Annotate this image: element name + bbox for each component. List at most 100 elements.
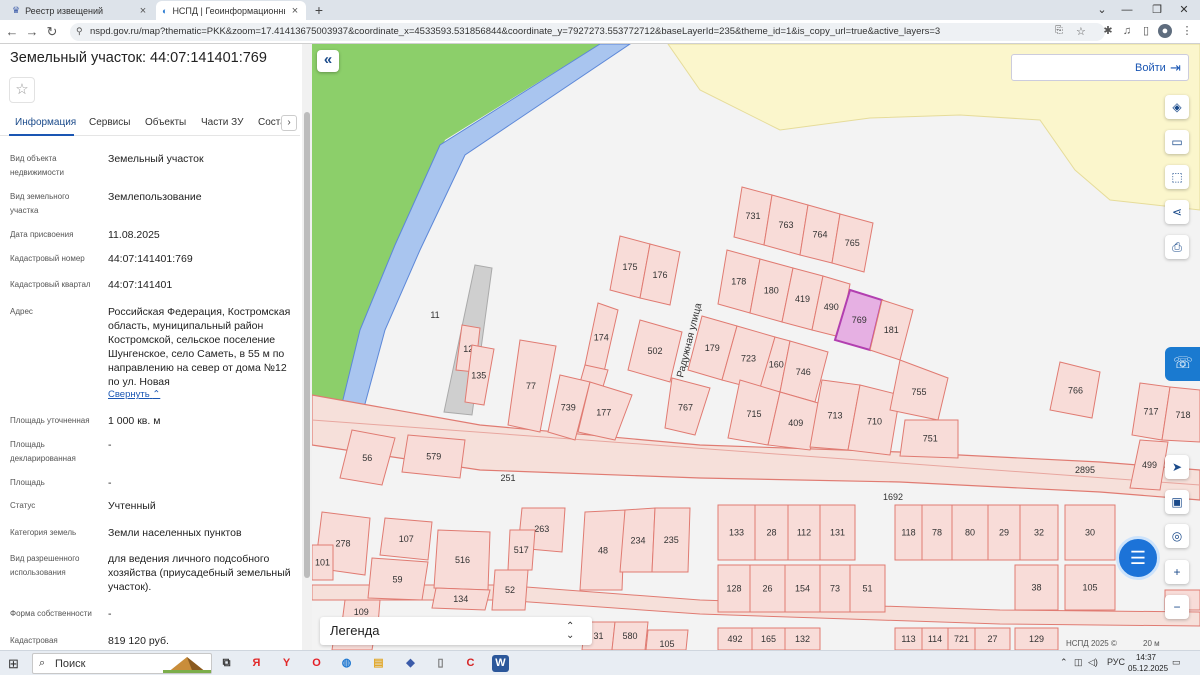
extensions-icon[interactable]: ✱ — [1101, 24, 1115, 38]
parcel-number-label: 26 — [762, 584, 772, 594]
field-label: Площадь декларированная — [10, 440, 76, 463]
forward-button[interactable]: → — [24, 24, 40, 40]
speaker-icon[interactable]: ◁) — [1088, 657, 1098, 668]
map-canvas[interactable]: 731 763 764 765 175 176 178 180 419 490 769 181 174 5… — [312, 44, 1200, 650]
parcel-number-label: 29 — [999, 528, 1009, 538]
active-tab-indicator — [9, 134, 74, 136]
notifications-icon[interactable]: ▭ — [1172, 657, 1181, 668]
back-button[interactable]: ← — [4, 24, 20, 40]
layers-icon[interactable]: ◈ — [1165, 95, 1189, 119]
tray-icon[interactable]: ◫ — [1074, 657, 1083, 668]
legend-label: Легенда — [330, 623, 380, 638]
close-window-button[interactable]: ✕ — [1172, 2, 1196, 18]
assistant-bubble-icon[interactable]: ☏ — [1165, 347, 1200, 381]
login-button[interactable]: Войти ⇥ — [1011, 54, 1189, 81]
tray-chevron-icon[interactable]: ⌃ — [1060, 657, 1068, 668]
taskbar-search[interactable]: ⌕ Поиск — [32, 653, 212, 674]
bookmark-star-icon[interactable]: ☆ — [1076, 25, 1086, 38]
language-indicator[interactable]: РУС — [1107, 657, 1125, 667]
locate-arrow-icon[interactable]: ➤ — [1165, 455, 1189, 479]
legend-dropdown[interactable]: Легенда ⌃ ⌄ — [320, 617, 592, 645]
browser-tab-nspd[interactable]: ◐ НСПД | Геоинформационный п × — [156, 1, 306, 20]
site-info-icon[interactable]: ⚲ — [76, 26, 83, 37]
maximize-button[interactable]: ❐ — [1145, 2, 1169, 18]
field-label: Площадь — [10, 478, 45, 487]
share-icon[interactable]: ⋖ — [1165, 200, 1189, 224]
tab-search-button[interactable]: ⌄ — [1090, 2, 1114, 18]
collapse-link[interactable]: Свернуть ⌃ — [108, 389, 160, 400]
parcel-number-label: 2895 — [1075, 465, 1095, 475]
chat-icon[interactable]: ☰ — [1116, 536, 1160, 580]
parcel-number-label: 234 — [630, 536, 645, 546]
panel-title: Земельный участок: 44:07:141401:769 — [10, 50, 267, 66]
parcel-number-label: 179 — [705, 343, 720, 353]
pyramid-illustration-icon — [163, 657, 211, 673]
parcel-number-label: 278 — [335, 538, 350, 548]
ruler-icon[interactable]: ▭ — [1165, 130, 1189, 154]
expand-chevrons-icon: ⌃ ⌄ — [566, 621, 575, 641]
zoom-in-button[interactable]: + — [1165, 560, 1189, 584]
field-value: для ведения личного подсобного хозяйства… — [108, 553, 291, 593]
new-tab-button[interactable]: + — [312, 2, 326, 18]
minimize-button[interactable]: — — [1115, 2, 1139, 18]
parcel-number-label: 78 — [932, 528, 942, 538]
field-value: - — [108, 439, 112, 451]
parcel-number-label: 713 — [827, 411, 842, 421]
tab-parts[interactable]: Части ЗУ — [201, 117, 243, 128]
parcel-number-label: 107 — [399, 534, 414, 544]
app-c-icon[interactable]: C — [462, 655, 479, 672]
browser-tab-registry[interactable]: ♛ Реестр извещений × — [6, 1, 154, 20]
zoom-out-button[interactable]: − — [1165, 595, 1189, 619]
task-view-icon[interactable]: ⧉ — [218, 655, 235, 672]
panel-tabs: Информация Сервисы Объекты Части ЗУ Сост… — [0, 110, 300, 136]
close-tab-icon[interactable]: × — [290, 5, 300, 17]
parcel-number-label: 764 — [812, 229, 827, 239]
address-bar[interactable]: ⚲ nspd.gov.ru/map?thematic=PKK&zoom=17.4… — [70, 23, 1105, 41]
edge-icon[interactable]: ◍ — [338, 655, 355, 672]
app-icon[interactable]: ◆ — [402, 655, 419, 672]
profile-avatar-icon[interactable]: ● — [1158, 24, 1172, 38]
tabs-next-arrow-icon[interactable]: › — [281, 115, 297, 131]
close-tab-icon[interactable]: × — [138, 5, 148, 17]
windows-start-icon[interactable]: ⊞ — [8, 656, 19, 672]
field-value: 44:07:141401 — [108, 279, 173, 291]
field-value: Российская Федерация, Костромская област… — [108, 306, 291, 387]
parcel-number-label: 235 — [664, 535, 679, 545]
opera-icon[interactable]: O — [308, 655, 325, 672]
file-explorer-icon[interactable]: ▤ — [370, 655, 387, 672]
field-label: Вид разрешенного использования — [10, 554, 80, 577]
word-icon[interactable]: W — [492, 655, 509, 672]
favorite-star-icon[interactable]: ☆ — [9, 77, 35, 103]
field-label: Вид земельного участка — [10, 192, 70, 215]
collapse-panel-button[interactable]: « — [317, 50, 339, 72]
field-label: Кадастровый квартал — [10, 280, 91, 289]
parcel-number-label: 755 — [911, 387, 926, 397]
browser-menu-icon[interactable]: ⋮ — [1180, 24, 1194, 38]
tab-objects[interactable]: Объекты — [145, 117, 186, 128]
parcel-number-label: 739 — [561, 402, 576, 412]
tab-information[interactable]: Информация — [15, 117, 76, 128]
url-text[interactable]: nspd.gov.ru/map?thematic=PKK&zoom=17.414… — [90, 26, 940, 37]
sidebar-icon[interactable]: ▯ — [1139, 24, 1153, 38]
yandex-icon[interactable]: Я — [248, 655, 265, 672]
print-icon[interactable]: ⎙ — [1165, 235, 1189, 259]
document-icon[interactable]: ▯ — [432, 655, 449, 672]
parcel-number-label: 52 — [505, 585, 515, 595]
install-app-icon[interactable]: ⎘ — [1055, 25, 1063, 36]
tab-services[interactable]: Сервисы — [89, 117, 130, 128]
parcel-number-label: 154 — [795, 584, 810, 594]
taskbar-clock[interactable]: 14:37 05.12.2025 — [1128, 652, 1168, 674]
minimap-icon[interactable]: ▣ — [1165, 490, 1189, 514]
field-label: Адрес — [10, 307, 33, 316]
geolocation-icon[interactable]: ◎ — [1165, 524, 1189, 548]
yandex-browser-icon[interactable]: Y — [278, 655, 295, 672]
media-icon[interactable]: ♫ — [1120, 24, 1134, 38]
panel-scrollbar-thumb[interactable] — [304, 112, 310, 578]
parcel-number-label: 765 — [845, 238, 860, 248]
parcel-number-label: 710 — [867, 416, 882, 426]
select-area-icon[interactable]: ⬚ — [1165, 165, 1189, 189]
cadastral-map[interactable]: 731 763 764 765 175 176 178 180 419 490 769 181 174 5… — [312, 44, 1200, 650]
parcel-number-label: 763 — [778, 220, 793, 230]
parcel-number-label: 112 — [797, 528, 811, 538]
reload-button[interactable]: ↻ — [44, 24, 60, 40]
